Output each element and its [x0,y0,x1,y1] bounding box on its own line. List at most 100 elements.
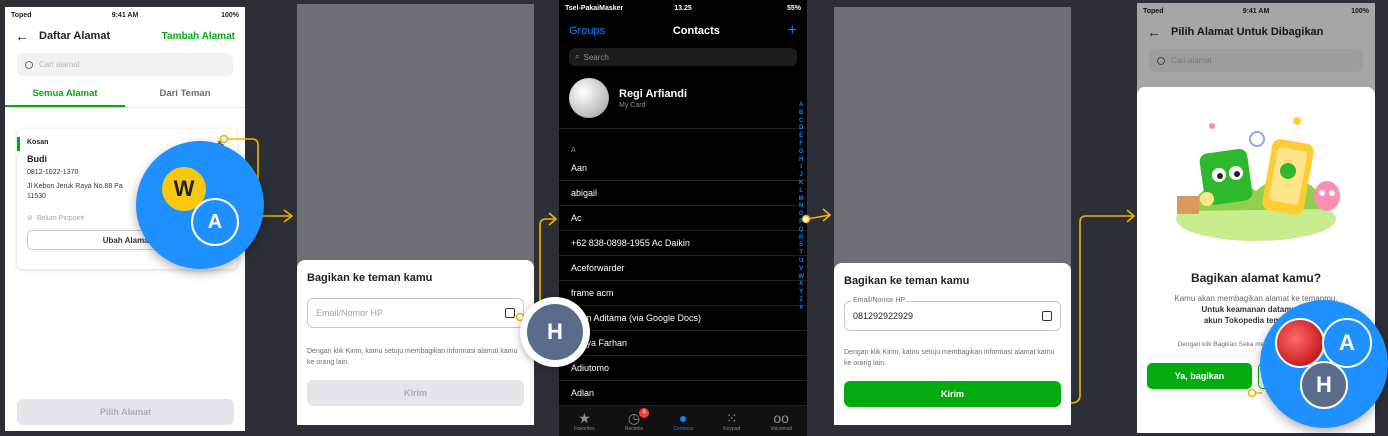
contact-row[interactable]: Aditya Farhan [559,331,807,356]
index-letter[interactable]: R [798,235,804,243]
field-placeholder: Email/Nomor HP [316,308,384,318]
index-letter[interactable]: G [798,149,804,157]
contact-row[interactable]: Aceforwarder [559,256,807,281]
contact-row[interactable]: abigail [559,181,807,206]
index-letter[interactable]: V [798,266,804,274]
illustration-image [1176,117,1340,241]
primary-indicator [17,137,20,151]
tab-keypad[interactable]: ⁙ Keypad [723,410,740,432]
avatar-photo [1275,318,1325,368]
tab-label: Recents [624,426,644,432]
send-button[interactable]: Kirim [307,380,524,406]
connector-4 [1070,215,1134,404]
field-label: Email/Nomor HP [851,297,908,304]
tab-bar: ★ Favorites ◷ 4 Recents ● Contacts ⁙ Keypad o… [559,406,807,436]
contact-row[interactable]: Ac [559,206,807,231]
screen-share-empty: Bagikan ke teman kamu Email/Nomor HP Den… [297,4,534,425]
contact-row[interactable]: frame acm [559,281,807,306]
index-letter[interactable]: S [798,242,804,250]
index-letter[interactable]: X [798,281,804,289]
tab-bar: Semua Alamat Dari Teman [5,82,245,108]
tab-from-friends[interactable]: Dari Teman [125,82,245,107]
share-illustration [1147,101,1365,251]
index-letter[interactable]: L [798,188,804,196]
arrow-2 [548,212,558,226]
tab-all-addresses[interactable]: Semua Alamat [5,82,125,107]
keypad-icon: ⁙ [725,410,738,426]
index-letter[interactable]: O [798,211,804,219]
index-letter[interactable]: I [798,164,804,172]
search-icon [25,60,33,69]
arrow-1 [283,209,294,223]
contact-row[interactable]: Adim Aditama (via Google Docs) [559,306,807,331]
tab-contacts[interactable]: ● Contacts [673,410,693,432]
choose-address-button[interactable]: Pilih Alamat [17,399,234,425]
field-value: 081292922929 [853,311,914,321]
index-letter[interactable]: U [798,258,804,266]
avatar-a: A [191,198,239,246]
person-icon: ● [679,410,688,426]
search-input[interactable]: Cari alamat [17,53,233,76]
contact-row[interactable]: Aan [559,156,807,181]
tab-voicemail[interactable]: oo Voicemail [770,410,791,432]
avatar-h: H [1300,361,1348,409]
search-icon: ⌕ [575,52,580,61]
index-letter[interactable]: C [798,118,804,126]
email-phone-field[interactable]: Email/Nomor HP [307,298,524,328]
index-letter[interactable]: B [798,110,804,118]
alphabet-index[interactable]: A B C D E F G H I J K L M N O P Q R S T U V W X Y Z # [798,102,804,313]
tab-recents[interactable]: ◷ 4 Recents [624,408,650,432]
screen-ios-contacts: Tsel-PakaiMasker 13.25 55% Groups Contac… [559,0,807,436]
avatar-a: A [1322,318,1372,368]
battery: 55% [787,4,802,12]
index-letter[interactable]: D [798,125,804,133]
contacts-book-icon[interactable] [505,308,515,318]
add-contact-icon[interactable]: + [788,22,797,40]
screen-share-filled: Bagikan ke teman kamu Email/Nomor HP 081… [834,7,1071,425]
sheet-title: Bagikan ke teman kamu [844,275,970,287]
send-button[interactable]: Kirim [844,381,1061,407]
my-card-sub: My Card [619,101,646,109]
contact-row[interactable]: Adiutomo [559,356,807,381]
index-letter[interactable]: H [798,157,804,165]
index-letter[interactable]: # [798,305,804,313]
index-letter[interactable]: W [798,274,804,282]
index-letter[interactable]: T [798,250,804,258]
index-letter[interactable]: Z [798,297,804,305]
pinpoint-label: Belum Pinpoint [36,214,84,222]
index-letter[interactable]: A [798,102,804,110]
arrow-3 [822,208,832,222]
index-letter[interactable]: N [798,203,804,211]
contacts-book-icon[interactable] [1042,311,1052,321]
recents-badge: 4 [639,408,650,418]
contact-row[interactable]: Adlan [559,381,807,406]
share-sheet: Bagikan ke teman kamu Email/Nomor HP 081… [834,263,1071,425]
index-letter[interactable]: J [798,172,804,180]
index-letter[interactable]: M [798,196,804,204]
consent-note: Dengan klik Kirim, kamu setuju membagika… [307,348,518,366]
yes-share-button[interactable]: Ya, bagikan [1147,363,1252,389]
index-letter[interactable]: E [798,133,804,141]
add-address-button[interactable]: Tambah Alamat [162,31,235,42]
index-letter[interactable]: F [798,141,804,149]
email-phone-field[interactable]: Email/Nomor HP 081292922929 [844,297,1061,331]
contact-row[interactable]: +62 838-0898-1955 Ac Daikin [559,231,807,256]
index-letter[interactable]: Y [798,289,804,297]
index-letter[interactable]: K [798,180,804,188]
avatar-h: H [527,304,583,360]
modal-title: Bagikan alamat kamu? [1190,271,1322,285]
index-letter[interactable]: Q [798,227,804,235]
index-letter[interactable]: P [798,219,804,227]
contact-list: Aan abigail Ac +62 838-0898-1955 Ac Daikin A… [559,156,807,406]
back-arrow-icon[interactable]: ← [15,28,29,44]
groups-button[interactable]: Groups [569,25,605,37]
contacts-title: Contacts [672,25,720,37]
contacts-nav: Groups Contacts + [559,16,807,46]
connector-3 [806,214,831,220]
sheet-title: Bagikan ke teman kamu [307,272,433,284]
carrier: Toped [11,11,32,19]
tab-favorites[interactable]: ★ Favorites [574,410,595,432]
share-sheet: Bagikan ke teman kamu Email/Nomor HP Den… [297,260,534,425]
my-card[interactable]: Regi Arfiandi My Card [559,68,807,129]
search-input[interactable]: ⌕ Search [569,48,797,66]
